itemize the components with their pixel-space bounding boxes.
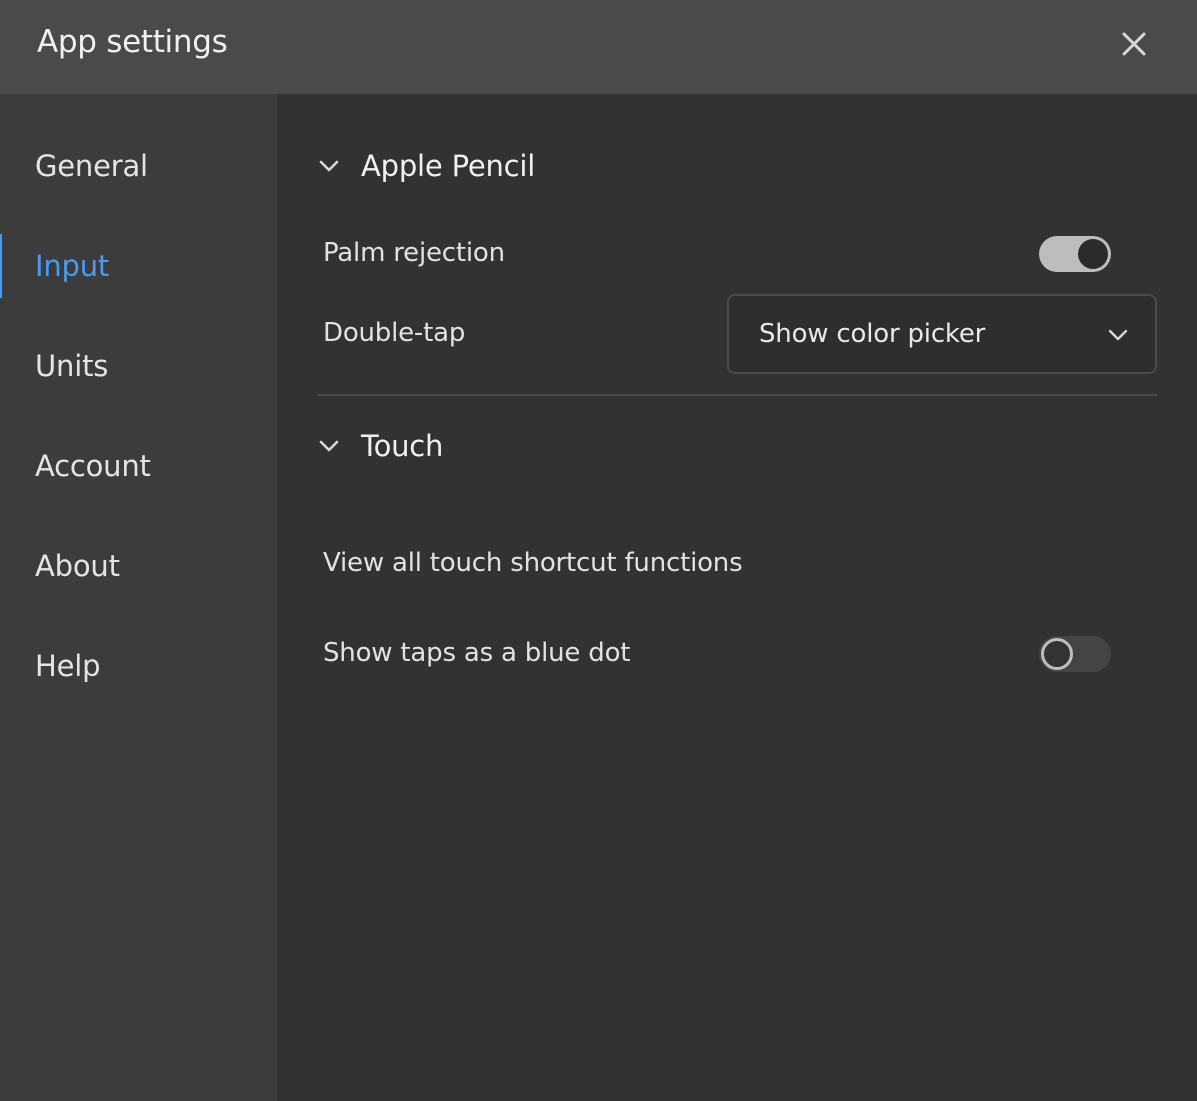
sidebar-item-label: Input — [35, 249, 110, 283]
sidebar-item-input[interactable]: Input — [0, 234, 277, 298]
palm-rejection-label: Palm rejection — [323, 238, 505, 268]
sidebar-item-label: Units — [35, 349, 109, 383]
title-bar: App settings — [0, 0, 1197, 94]
show-taps-toggle[interactable] — [1039, 636, 1111, 672]
show-taps-label: Show taps as a blue dot — [323, 638, 631, 668]
toggle-knob — [1078, 239, 1108, 269]
settings-sidebar: General Input Units Account About Help — [0, 94, 277, 1101]
chevron-down-icon — [1107, 324, 1129, 346]
section-header-apple-pencil[interactable]: Apple Pencil — [317, 141, 817, 191]
sidebar-item-label: Help — [35, 649, 101, 683]
sidebar-item-account[interactable]: Account — [0, 434, 277, 498]
settings-content: Apple Pencil Palm rejection Double-tap S… — [277, 94, 1197, 1101]
sidebar-item-about[interactable]: About — [0, 534, 277, 598]
toggle-knob — [1041, 638, 1073, 670]
sidebar-item-label: General — [35, 149, 148, 183]
close-icon — [1122, 32, 1146, 56]
section-header-touch[interactable]: Touch — [317, 421, 817, 471]
chevron-down-icon — [317, 434, 341, 458]
sidebar-item-label: Account — [35, 449, 151, 483]
view-touch-shortcuts-link[interactable]: View all touch shortcut functions — [323, 548, 743, 578]
section-divider — [317, 394, 1157, 396]
sidebar-item-general[interactable]: General — [0, 134, 277, 198]
section-title: Touch — [361, 429, 444, 463]
sidebar-item-help[interactable]: Help — [0, 634, 277, 698]
dialog-title: App settings — [37, 24, 228, 60]
dropdown-value: Show color picker — [759, 319, 986, 349]
sidebar-item-units[interactable]: Units — [0, 334, 277, 398]
close-button[interactable] — [1112, 22, 1156, 66]
app-settings-dialog: App settings General Input Units Account — [0, 0, 1197, 1101]
double-tap-dropdown[interactable]: Show color picker — [727, 294, 1157, 374]
section-title: Apple Pencil — [361, 149, 536, 183]
active-indicator — [0, 234, 2, 298]
sidebar-item-label: About — [35, 549, 120, 583]
chevron-down-icon — [317, 154, 341, 178]
palm-rejection-toggle[interactable] — [1039, 236, 1111, 272]
double-tap-label: Double-tap — [323, 318, 466, 348]
